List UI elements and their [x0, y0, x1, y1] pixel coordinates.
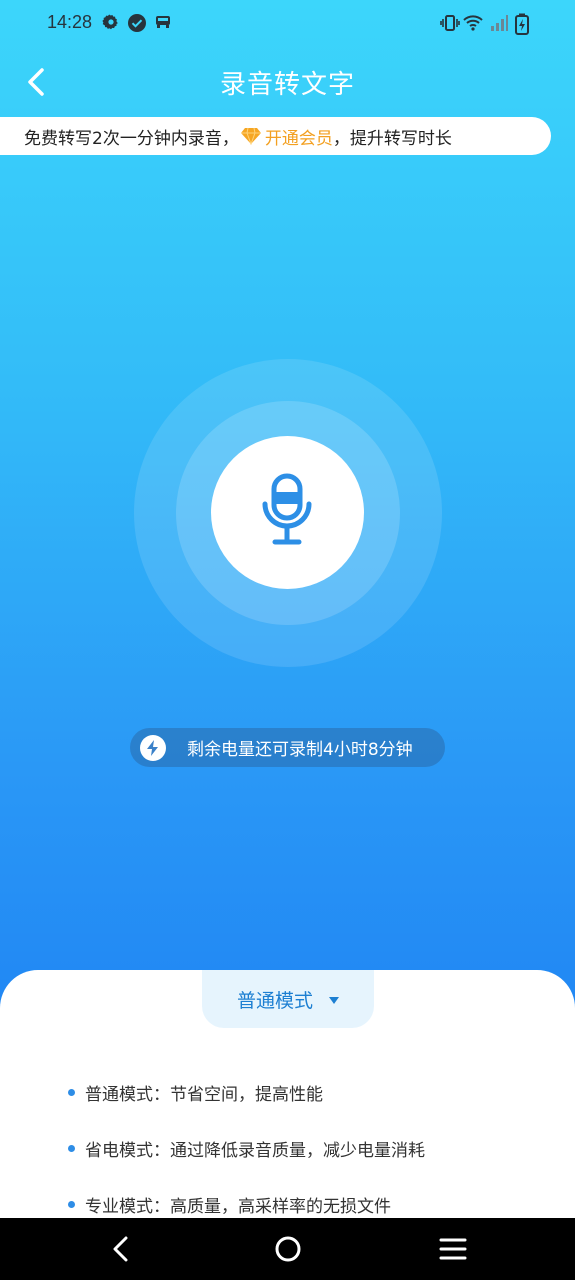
mode-description: 省电模式：通过降低录音质量，减少电量消耗	[85, 1140, 425, 1161]
battery-remaining-pill: 剩余电量还可录制4小时8分钟	[130, 728, 445, 767]
page-title: 录音转文字	[219, 70, 355, 100]
settings-icon	[102, 13, 122, 33]
status-bar: 14:28	[0, 0, 575, 48]
microphone-icon	[262, 473, 312, 545]
vibrate-icon	[440, 13, 460, 33]
mode-sheet: 普通模式 普通模式：节省空间，提高性能 省电模式：通过降低录音质量，减少电量消耗…	[0, 970, 575, 1230]
nav-home-icon	[275, 1236, 301, 1262]
wifi-icon	[463, 13, 483, 33]
screen: 14:28 录音转文字 免费转写2次一分钟内录音， 开通会员 ，提升转写时长 剩…	[0, 0, 575, 1280]
nav-back-button[interactable]	[106, 1233, 138, 1265]
promo-banner: 免费转写2次一分钟内录音， 开通会员 ，提升转写时长	[0, 117, 551, 155]
list-item: 普通模式：节省空间，提高性能	[68, 1064, 425, 1120]
status-time: 14:28	[47, 12, 93, 32]
car-icon	[154, 13, 174, 33]
promo-suffix: ，提升转写时长	[332, 128, 452, 149]
mode-description-list: 普通模式：节省空间，提高性能 省电模式：通过降低录音质量，减少电量消耗 专业模式…	[68, 1064, 425, 1232]
nav-menu-button[interactable]	[437, 1233, 469, 1265]
caret-down-icon	[329, 996, 339, 1004]
mode-dropdown[interactable]: 普通模式	[202, 970, 374, 1028]
bullet-icon	[68, 1200, 75, 1208]
vip-link[interactable]: 开通会员	[265, 124, 333, 149]
lightning-icon	[140, 734, 166, 761]
list-item: 省电模式：通过降低录音质量，减少电量消耗	[68, 1120, 425, 1176]
record-button[interactable]	[211, 436, 364, 589]
bullet-icon	[68, 1144, 75, 1152]
bullet-icon	[68, 1088, 75, 1096]
battery-charging-icon	[514, 13, 534, 35]
nav-home-button[interactable]	[272, 1233, 304, 1265]
mode-description: 专业模式：高质量，高采样率的无损文件	[85, 1196, 391, 1217]
nav-back-icon	[113, 1236, 128, 1262]
signal-icon	[489, 13, 509, 33]
system-nav-bar	[0, 1218, 575, 1280]
nav-menu-icon	[439, 1238, 467, 1260]
mode-selected-label: 普通模式	[236, 989, 313, 1012]
mode-description: 普通模式：节省空间，提高性能	[85, 1084, 323, 1105]
battery-text: 剩余电量还可录制4小时8分钟	[187, 740, 413, 760]
check-circle-icon	[127, 13, 147, 33]
promo-prefix: 免费转写2次一分钟内录音，	[24, 128, 239, 149]
diamond-icon	[240, 127, 261, 146]
